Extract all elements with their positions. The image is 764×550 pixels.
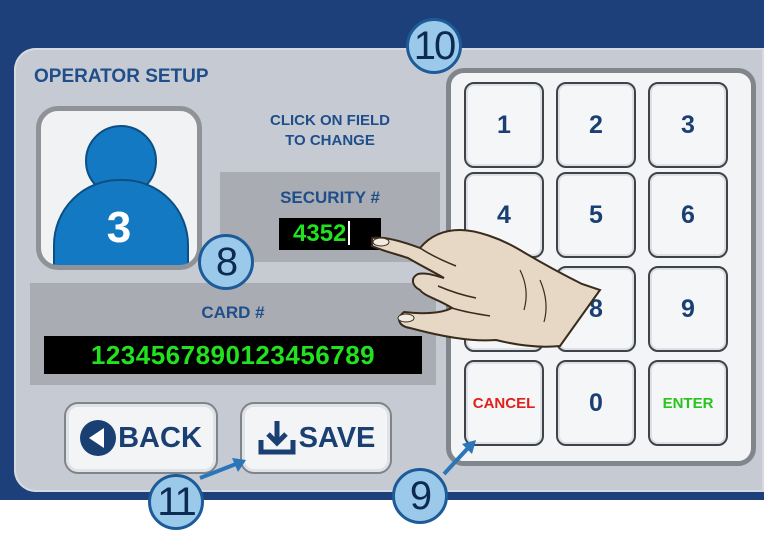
callout-11: 11 [148, 474, 204, 530]
callout-9: 9 [392, 468, 448, 524]
callout-8: 8 [198, 234, 254, 290]
callout-10: 10 [406, 18, 462, 74]
callout-arrows [199, 440, 476, 480]
